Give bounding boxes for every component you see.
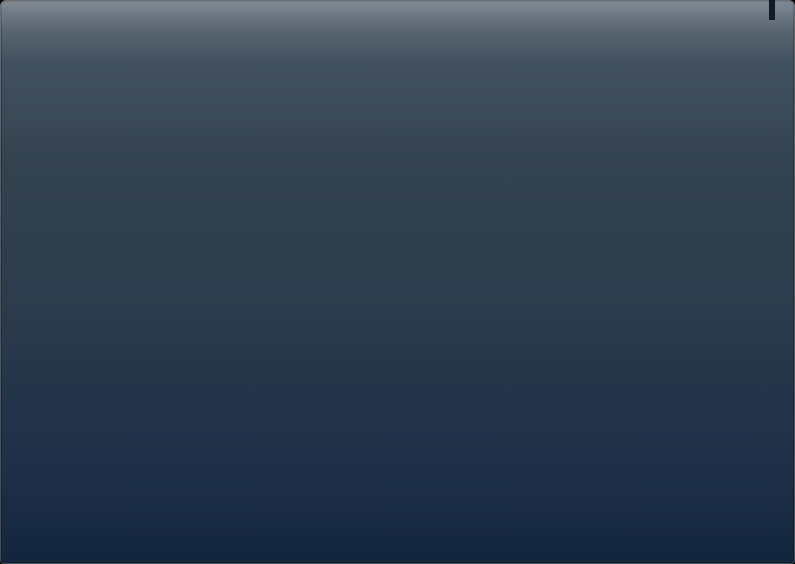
window-controls — [769, 0, 775, 20]
window-frame — [0, 0, 795, 564]
close-button[interactable] — [773, 0, 775, 20]
explorer-window: ▾ ▸Computer▸Local Disk (C:)▸Users▸john▸R… — [0, 0, 795, 564]
